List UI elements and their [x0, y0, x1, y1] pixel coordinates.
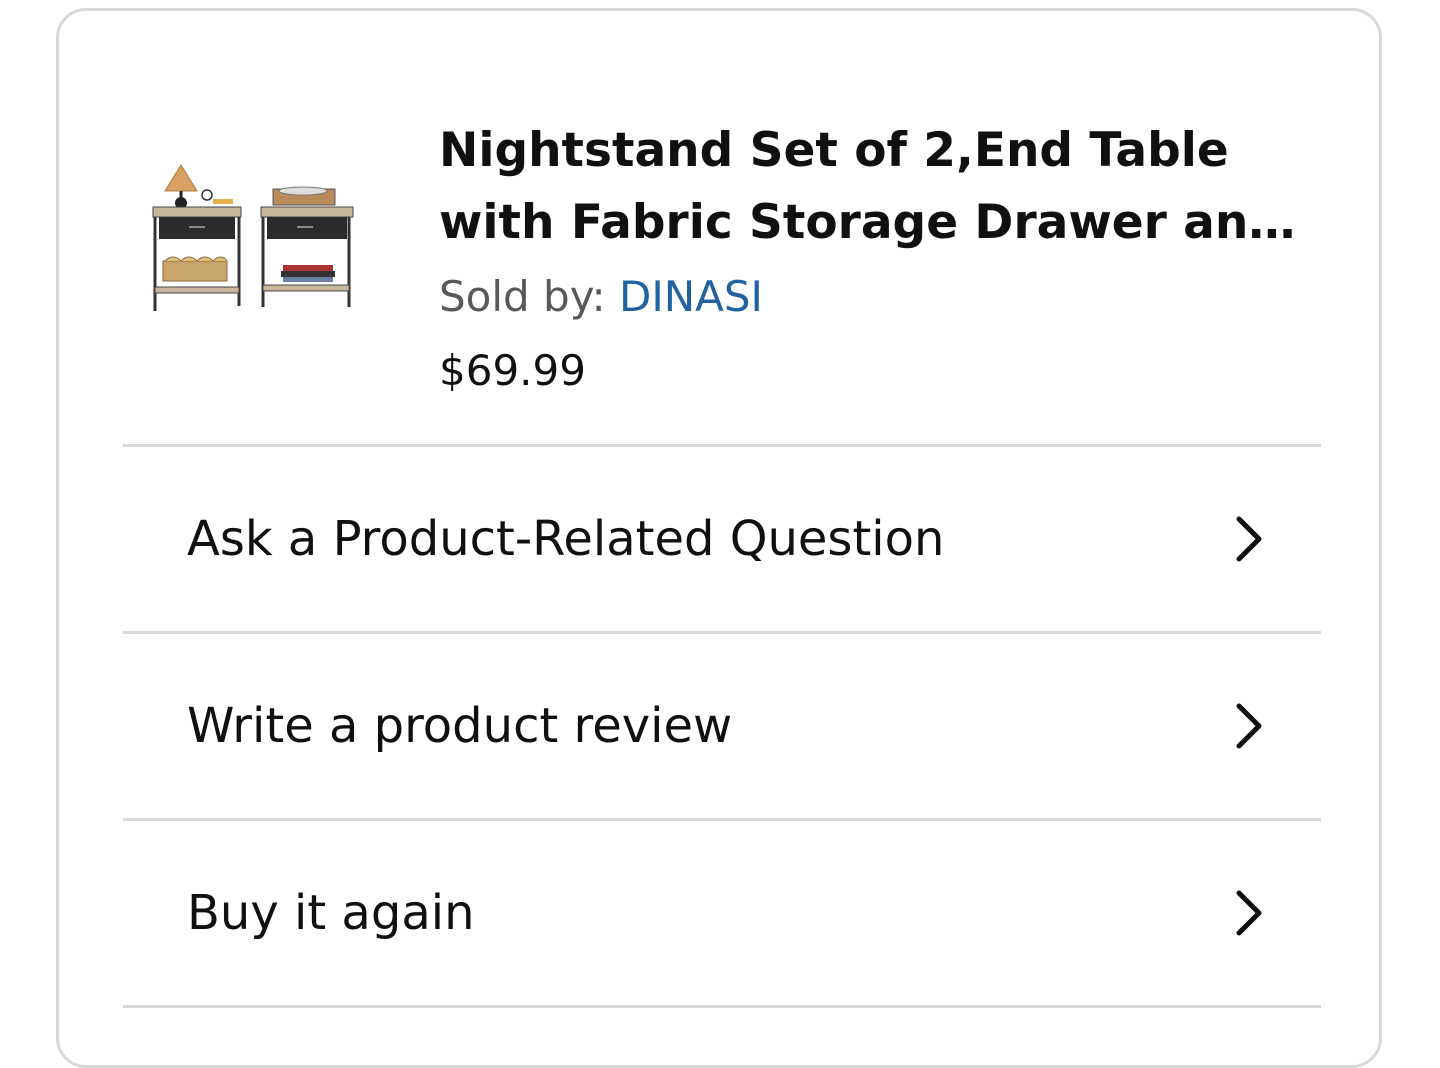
write-review-row[interactable]: Write a product review	[123, 634, 1321, 818]
product-title-line-2: with Fabric Storage Drawer and...	[439, 195, 1319, 250]
seller-link[interactable]: DINASI	[619, 272, 763, 321]
buy-again-row[interactable]: Buy it again	[123, 821, 1321, 1005]
chevron-right-icon	[1236, 703, 1262, 749]
buy-again-label: Buy it again	[187, 885, 475, 941]
sold-by-label: Sold by:	[439, 272, 619, 321]
nightstand-set-thumbnail	[152, 164, 354, 311]
product-summary[interactable]: Nightstand Set of 2,End Table with Fabri…	[59, 11, 1379, 447]
product-title[interactable]: Nightstand Set of 2,End Table with Fabri…	[439, 115, 1319, 259]
product-price: $69.99	[439, 346, 586, 395]
ask-question-label: Ask a Product-Related Question	[187, 511, 945, 567]
write-review-label: Write a product review	[187, 698, 733, 754]
chevron-right-icon	[1236, 516, 1262, 562]
sold-by: Sold by: DINASI	[439, 267, 763, 327]
product-title-line-1: Nightstand Set of 2,End Table	[439, 123, 1229, 178]
ask-question-row[interactable]: Ask a Product-Related Question	[123, 447, 1321, 631]
product-image[interactable]	[143, 161, 363, 331]
chevron-right-icon	[1236, 890, 1262, 936]
divider	[123, 1005, 1321, 1008]
order-item-card: Nightstand Set of 2,End Table with Fabri…	[56, 8, 1382, 1068]
